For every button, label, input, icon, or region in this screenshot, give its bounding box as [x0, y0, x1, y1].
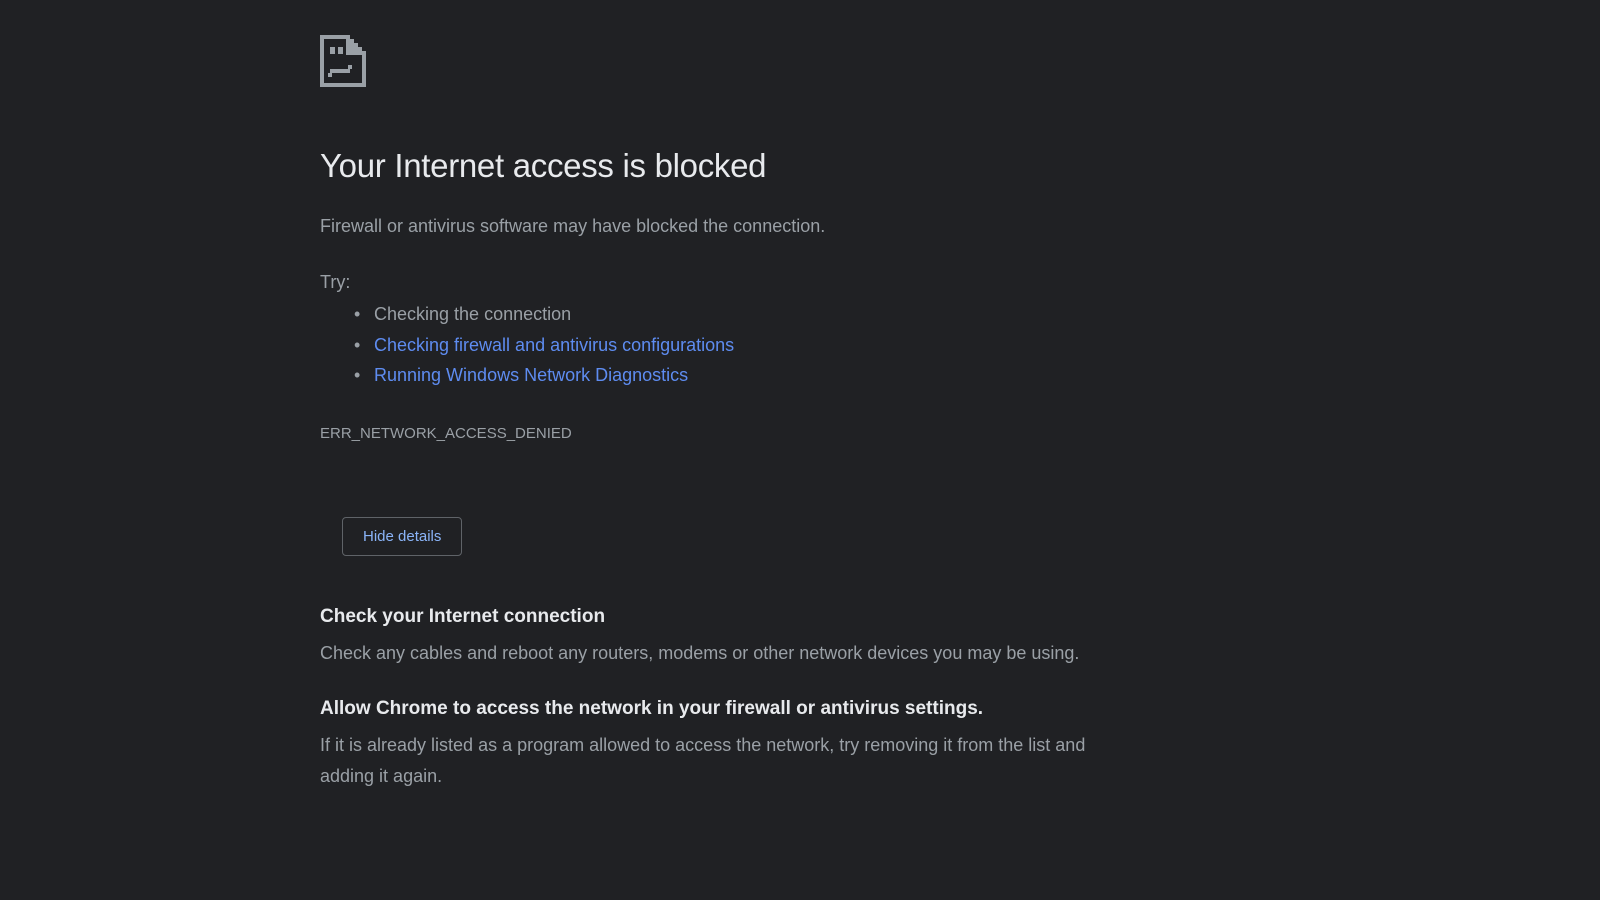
error-page-container: Your Internet access is blocked Firewall… — [320, 0, 1120, 792]
page-title: Your Internet access is blocked — [320, 147, 1120, 185]
error-code: ERR_NETWORK_ACCESS_DENIED — [320, 425, 1120, 442]
suggestion-text: Checking the connection — [374, 304, 571, 324]
network-diagnostics-link[interactable]: Running Windows Network Diagnostics — [374, 365, 688, 385]
suggestion-item: Running Windows Network Diagnostics — [358, 360, 1120, 391]
icon-wrapper — [320, 35, 1120, 92]
detail-heading: Allow Chrome to access the network in yo… — [320, 698, 1120, 720]
sad-page-icon — [320, 35, 366, 87]
hide-details-button[interactable]: Hide details — [342, 517, 462, 556]
firewall-config-link[interactable]: Checking firewall and antivirus configur… — [374, 335, 734, 355]
error-subtitle: Firewall or antivirus software may have … — [320, 213, 1120, 240]
detail-text: If it is already listed as a program all… — [320, 730, 1090, 791]
detail-section: Allow Chrome to access the network in yo… — [320, 698, 1120, 791]
suggestion-item: Checking firewall and antivirus configur… — [358, 330, 1120, 361]
detail-text: Check any cables and reboot any routers,… — [320, 638, 1090, 669]
detail-section: Check your Internet connection Check any… — [320, 606, 1120, 669]
try-label: Try: — [320, 272, 1120, 293]
detail-heading: Check your Internet connection — [320, 606, 1120, 628]
suggestion-item: Checking the connection — [358, 299, 1120, 330]
suggestions-list: Checking the connection Checking firewal… — [358, 299, 1120, 391]
